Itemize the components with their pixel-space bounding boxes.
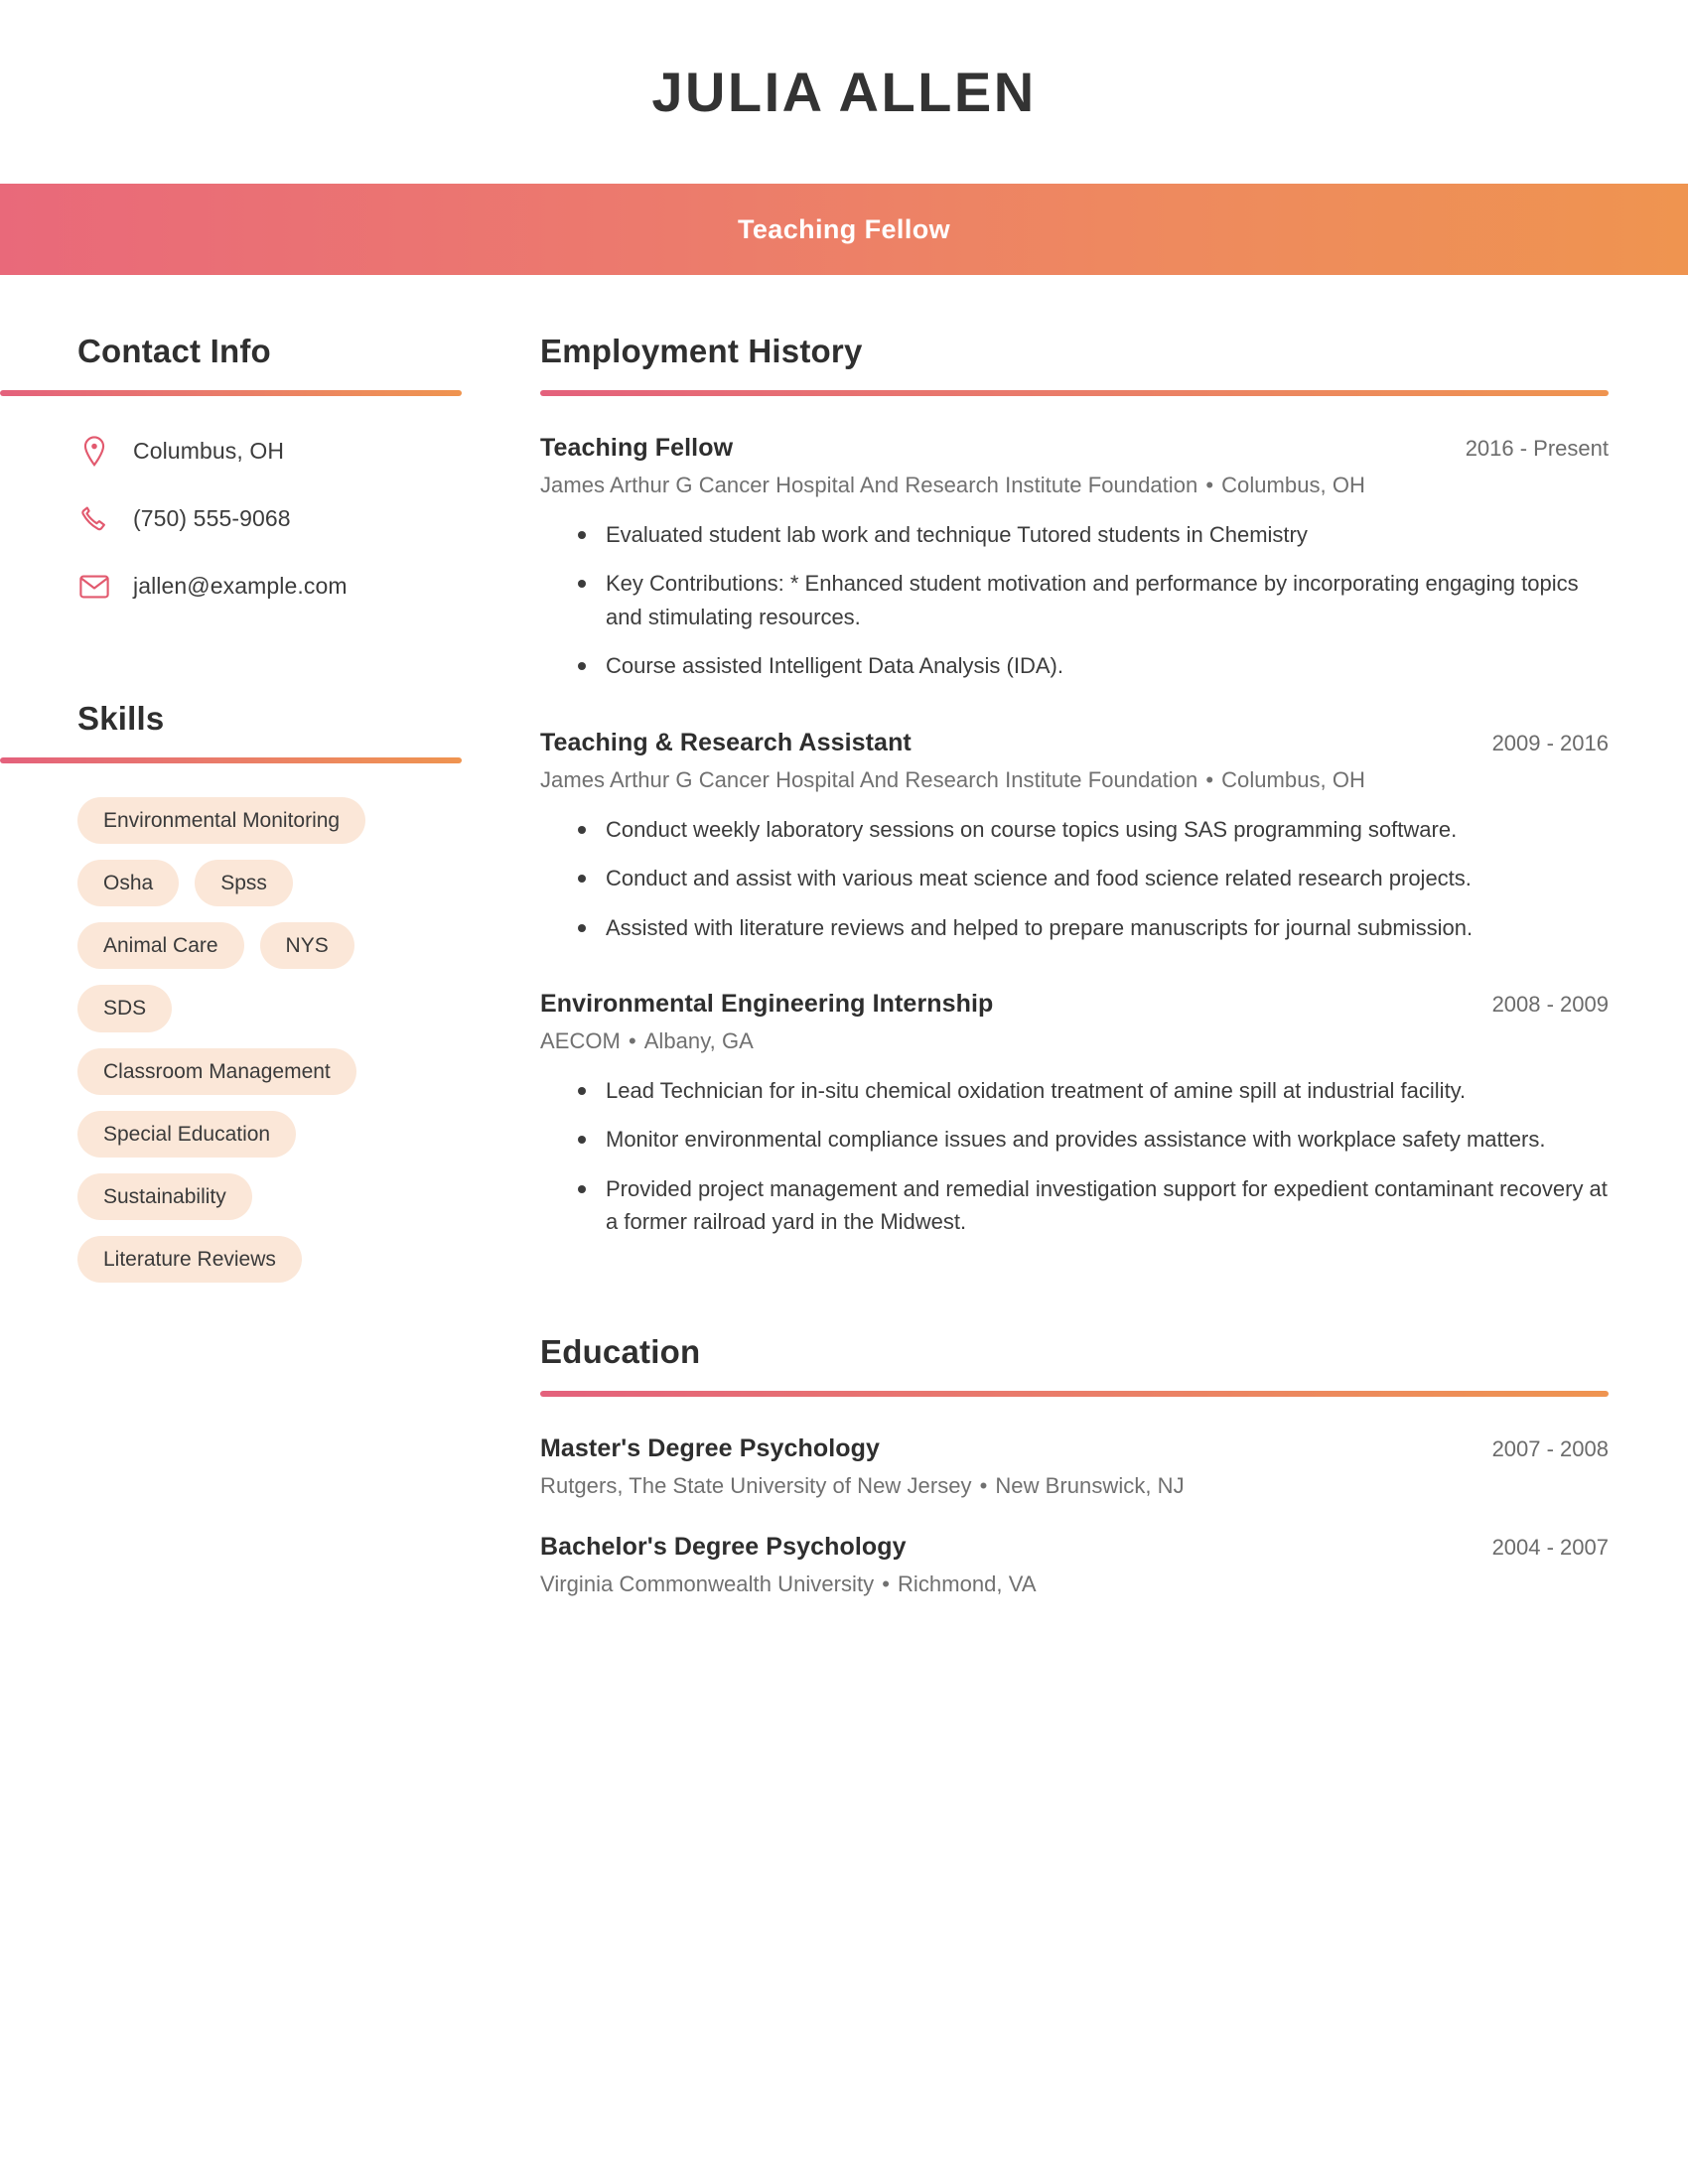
education-section: Education Master's Degree Psychology 200…	[540, 1333, 1609, 1597]
education-school: Virginia Commonwealth University	[540, 1570, 875, 1596]
skill-tag[interactable]: SDS	[77, 985, 173, 1032]
employment-role: Teaching Fellow	[540, 433, 734, 462]
education-school: Rutgers, The State University of New Jer…	[540, 1472, 972, 1498]
contact-phone-value: (750) 555-9068	[133, 505, 291, 532]
location-pin-icon	[77, 436, 111, 468]
employment-dates: 2016 - Present	[1465, 435, 1609, 461]
employment-history-divider	[540, 389, 1609, 396]
employment-bullet-list: Conduct weekly laboratory sessions on co…	[540, 813, 1609, 944]
employment-location: Albany, GA	[643, 1028, 754, 1053]
bullet-separator-icon: •	[882, 1570, 890, 1596]
education-divider	[540, 1390, 1609, 1397]
employment-dates: 2008 - 2009	[1491, 992, 1609, 1017]
employment-company: James Arthur G Cancer Hospital And Resea…	[540, 766, 1198, 792]
skill-tag[interactable]: Animal Care	[77, 922, 244, 970]
employment-bullet: Key Contributions: * Enhanced student mo…	[574, 567, 1609, 633]
employment-role: Environmental Engineering Internship	[540, 990, 994, 1018]
contact-info-section: Contact Info Columbus, OH (750) 555-9068…	[0, 333, 496, 605]
education-entry-header: Master's Degree Psychology 2007 - 2008	[540, 1434, 1609, 1463]
education-entry: Master's Degree Psychology 2007 - 2008 R…	[540, 1434, 1609, 1499]
skill-tag[interactable]: Special Education	[77, 1110, 297, 1158]
employment-entry: Teaching Fellow 2016 - Present James Art…	[540, 434, 1609, 683]
employment-location: Columbus, OH	[1221, 766, 1365, 792]
entry-spacer	[540, 699, 1609, 729]
employment-entry-header: Teaching Fellow 2016 - Present	[540, 434, 1609, 463]
contact-item-phone[interactable]: (750) 555-9068	[77, 501, 496, 537]
education-dates: 2004 - 2007	[1491, 1534, 1609, 1560]
education-dates: 2007 - 2008	[1491, 1435, 1609, 1461]
candidate-name: JULIA ALLEN	[651, 60, 1037, 123]
employment-bullet-list: Lead Technician for in-situ chemical oxi…	[540, 1074, 1609, 1239]
employment-history-heading: Employment History	[540, 333, 863, 369]
contact-list: Columbus, OH (750) 555-9068 jallen@examp…	[0, 434, 496, 605]
education-degree: Bachelor's Degree Psychology	[540, 1532, 907, 1561]
skill-tag[interactable]: Spss	[195, 860, 293, 907]
employment-entry-list: Teaching Fellow 2016 - Present James Art…	[540, 434, 1609, 1239]
employment-entry-header: Teaching & Research Assistant 2009 - 201…	[540, 729, 1609, 757]
skill-tag[interactable]: Osha	[77, 860, 180, 907]
phone-icon	[77, 505, 111, 533]
employment-history-section: Employment History Teaching Fellow 2016 …	[540, 333, 1609, 1239]
candidate-job-title: Teaching Fellow	[737, 213, 951, 244]
employment-bullet: Conduct weekly laboratory sessions on co…	[574, 813, 1609, 846]
employment-entry: Environmental Engineering Internship 200…	[540, 990, 1609, 1239]
resume-body: Contact Info Columbus, OH (750) 555-9068…	[0, 275, 1688, 1631]
bullet-separator-icon: •	[1205, 472, 1214, 497]
contact-item-email[interactable]: jallen@example.com	[77, 569, 496, 605]
education-heading: Education	[540, 1332, 701, 1370]
contact-location-value: Columbus, OH	[133, 438, 285, 465]
education-school-location: Virginia Commonwealth University • Richmon…	[540, 1571, 1609, 1597]
employment-company: James Arthur G Cancer Hospital And Resea…	[540, 472, 1198, 497]
sidebar: Contact Info Columbus, OH (750) 555-9068…	[0, 333, 496, 1284]
education-location: New Brunswick, NJ	[995, 1472, 1185, 1498]
employment-entry: Teaching & Research Assistant 2009 - 201…	[540, 729, 1609, 944]
employment-company-location: James Arthur G Cancer Hospital And Resea…	[540, 767, 1609, 793]
skills-heading: Skills	[77, 699, 165, 737]
education-entry-list: Master's Degree Psychology 2007 - 2008 R…	[540, 1434, 1609, 1597]
skills-divider	[0, 756, 462, 763]
employment-bullet: Monitor environmental compliance issues …	[574, 1123, 1609, 1156]
education-entry-header: Bachelor's Degree Psychology 2004 - 2007	[540, 1533, 1609, 1562]
education-location: Richmond, VA	[897, 1570, 1037, 1596]
employment-entry-header: Environmental Engineering Internship 200…	[540, 990, 1609, 1019]
skill-tag[interactable]: Environmental Monitoring	[77, 796, 366, 845]
employment-bullet: Course assisted Intelligent Data Analysi…	[574, 649, 1609, 682]
contact-info-heading: Contact Info	[77, 333, 271, 369]
employment-company: AECOM	[540, 1028, 621, 1053]
employment-bullet: Assisted with literature reviews and hel…	[574, 911, 1609, 944]
education-school-location: Rutgers, The State University of New Jer…	[540, 1473, 1609, 1499]
employment-bullet: Provided project management and remedial…	[574, 1172, 1609, 1239]
education-degree: Master's Degree Psychology	[540, 1433, 881, 1462]
job-title-band: Teaching Fellow	[0, 184, 1688, 275]
skill-tag[interactable]: Classroom Management	[77, 1047, 356, 1095]
employment-dates: 2009 - 2016	[1491, 730, 1609, 755]
envelope-icon	[77, 575, 111, 599]
contact-email-value: jallen@example.com	[133, 573, 348, 600]
employment-bullet: Evaluated student lab work and technique…	[574, 518, 1609, 551]
employment-company-location: James Arthur G Cancer Hospital And Resea…	[540, 473, 1609, 498]
skill-tag[interactable]: NYS	[259, 922, 354, 970]
education-entry: Bachelor's Degree Psychology 2004 - 2007…	[540, 1533, 1609, 1597]
resume-page: JULIA ALLEN Teaching Fellow Contact Info	[0, 0, 1688, 2184]
employment-company-location: AECOM • Albany, GA	[540, 1028, 1609, 1054]
skills-section: Skills Environmental Monitoring Osha Sps…	[0, 699, 496, 1284]
bullet-separator-icon: •	[628, 1028, 636, 1053]
employment-location: Columbus, OH	[1221, 472, 1365, 497]
contact-info-divider	[0, 389, 462, 396]
employment-bullet: Conduct and assist with various meat sci…	[574, 862, 1609, 894]
employment-bullet-list: Evaluated student lab work and technique…	[540, 518, 1609, 683]
skills-list: Environmental Monitoring Osha Spss Anima…	[0, 796, 417, 1284]
employment-bullet: Lead Technician for in-situ chemical oxi…	[574, 1074, 1609, 1107]
skill-tag[interactable]: Literature Reviews	[77, 1236, 302, 1284]
bullet-separator-icon: •	[1205, 766, 1214, 792]
name-band: JULIA ALLEN	[0, 0, 1688, 184]
skill-tag[interactable]: Sustainability	[77, 1173, 252, 1221]
contact-item-location[interactable]: Columbus, OH	[77, 434, 496, 470]
bullet-separator-icon: •	[979, 1472, 988, 1498]
entry-spacer	[540, 960, 1609, 990]
employment-role: Teaching & Research Assistant	[540, 728, 912, 756]
main-content: Employment History Teaching Fellow 2016 …	[496, 333, 1688, 1631]
